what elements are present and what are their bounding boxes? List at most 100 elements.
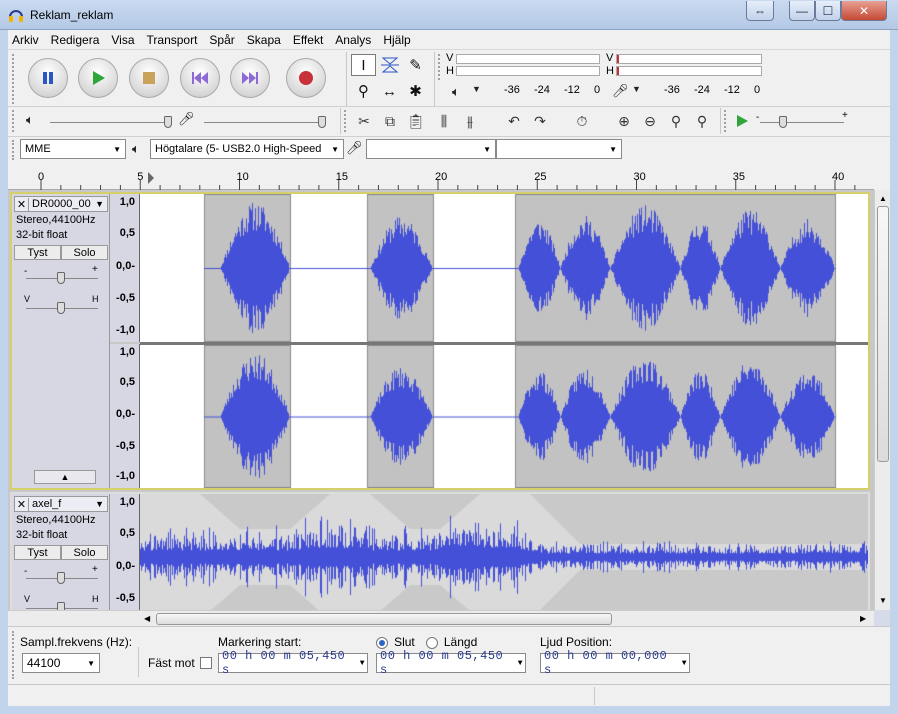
undo-button[interactable]: ↶ bbox=[502, 110, 526, 132]
play-at-speed-button[interactable] bbox=[730, 110, 754, 132]
skip-to-start-button[interactable] bbox=[180, 58, 220, 98]
vertical-scroll-thumb[interactable] bbox=[877, 206, 889, 462]
play-speed-slider[interactable] bbox=[760, 122, 844, 123]
record-scale-0: 0 bbox=[754, 84, 761, 96]
title-bar: Reklam_reklam ⇔ — ☐ ✕ bbox=[0, 0, 898, 30]
edit-grip[interactable] bbox=[344, 110, 350, 132]
project-rate-select[interactable]: 44100 ▼ bbox=[22, 653, 100, 673]
scale-label: 0,5 bbox=[119, 527, 135, 539]
zoom-in-button[interactable]: ⊕ bbox=[612, 110, 636, 132]
meter-grip[interactable] bbox=[438, 54, 444, 80]
skip-to-end-button[interactable] bbox=[230, 58, 270, 98]
envelope-tool[interactable] bbox=[377, 54, 402, 76]
menu-effekt[interactable]: Effekt bbox=[293, 33, 323, 47]
redo-button[interactable]: ↷ bbox=[528, 110, 552, 132]
input-volume-thumb[interactable] bbox=[318, 116, 326, 128]
length-radio[interactable] bbox=[425, 637, 438, 650]
waveform-channel-right[interactable] bbox=[140, 345, 868, 488]
input-channels-select[interactable]: ▼ bbox=[496, 139, 622, 159]
record-meter-left bbox=[616, 54, 762, 64]
track-name-menu[interactable]: ✕ axel_f ▼ bbox=[14, 496, 108, 512]
close-button[interactable]: ✕ bbox=[841, 1, 887, 21]
device-grip[interactable] bbox=[12, 140, 18, 160]
menu-arkiv[interactable]: Arkiv bbox=[12, 33, 39, 47]
audio-position-time[interactable]: 00 h 00 m 00,000 s ▼ bbox=[540, 649, 690, 677]
paste-button[interactable]: 📋︎ bbox=[404, 110, 428, 132]
stop-button[interactable] bbox=[129, 58, 169, 98]
window-frame-right bbox=[890, 30, 898, 714]
mute-button[interactable]: Tyst bbox=[14, 245, 61, 260]
maximize-button[interactable]: ☐ bbox=[815, 1, 841, 21]
scroll-right-icon[interactable]: ▶ bbox=[860, 614, 866, 623]
horizontal-scroll-thumb[interactable] bbox=[156, 613, 612, 625]
pan-thumb[interactable] bbox=[57, 602, 65, 610]
close-track-icon[interactable]: ✕ bbox=[15, 497, 29, 511]
zoom-tool[interactable]: ⚲ bbox=[351, 80, 376, 102]
menu-visa[interactable]: Visa bbox=[111, 33, 134, 47]
end-radio[interactable] bbox=[376, 637, 388, 650]
resize-button[interactable]: ⇔ bbox=[746, 1, 774, 21]
play-speed-thumb[interactable] bbox=[779, 116, 787, 128]
gain-thumb[interactable] bbox=[57, 272, 65, 284]
vertical-scrollbar[interactable]: ▲ ▼ bbox=[874, 190, 890, 610]
scroll-up-icon[interactable]: ▲ bbox=[879, 194, 887, 203]
draw-tool[interactable]: ✎ bbox=[403, 54, 428, 76]
menu-spar[interactable]: Spår bbox=[209, 33, 234, 47]
menu-transport[interactable]: Transport bbox=[147, 33, 198, 47]
timeshift-tool[interactable]: ↔ bbox=[377, 80, 402, 102]
close-track-icon[interactable]: ✕ bbox=[15, 197, 29, 211]
track-axel-f[interactable]: ✕ axel_f ▼ Stereo,44100Hz 32-bit float T… bbox=[10, 492, 870, 610]
track-dr0000[interactable]: ✕ DR0000_00 ▼ Stereo,44100Hz 32-bit floa… bbox=[10, 192, 870, 490]
minimize-button[interactable]: — bbox=[789, 1, 815, 21]
selection-grip[interactable] bbox=[12, 631, 18, 679]
multi-tool[interactable]: ✱ bbox=[403, 80, 428, 102]
scroll-left-icon[interactable]: ◀ bbox=[144, 614, 150, 623]
pause-button[interactable] bbox=[28, 58, 68, 98]
silence-button[interactable]: ⫵ bbox=[458, 110, 482, 132]
track-name-menu[interactable]: ✕ DR0000_00 ▼ bbox=[14, 196, 108, 212]
output-volume-thumb[interactable] bbox=[164, 116, 172, 128]
timeline-ruler[interactable]: 0 5 10 15 20 25 30 35 40 bbox=[8, 166, 874, 190]
record-button[interactable] bbox=[286, 58, 326, 98]
pan-right-label: H bbox=[92, 294, 99, 304]
input-device-select[interactable]: ▼ bbox=[366, 139, 496, 159]
ruler-label: 10 bbox=[237, 171, 249, 183]
output-volume-slider[interactable] bbox=[50, 122, 170, 123]
window-title: Reklam_reklam bbox=[30, 8, 114, 22]
horizontal-scrollbar[interactable]: ◀ ▶ bbox=[8, 610, 874, 626]
selection-end-value: 00 h 00 m 05,450 s bbox=[380, 649, 504, 677]
solo-button[interactable]: Solo bbox=[61, 245, 108, 260]
output-device-select[interactable]: Högtalare (5- USB2.0 High-Speed ▼ bbox=[150, 139, 344, 159]
selection-start-time[interactable]: 00 h 00 m 05,450 s ▼ bbox=[218, 649, 368, 677]
toolbar-grip[interactable] bbox=[12, 54, 18, 104]
collapse-track-button[interactable]: ▲ bbox=[34, 470, 96, 484]
sync-lock-button[interactable]: ⏱︎ bbox=[570, 110, 594, 132]
menu-redigera[interactable]: Redigera bbox=[51, 33, 100, 47]
copy-button[interactable]: ⧉ bbox=[378, 110, 402, 132]
mixer-grip[interactable] bbox=[12, 110, 18, 132]
skip-end-icon bbox=[242, 72, 258, 84]
solo-button[interactable]: Solo bbox=[61, 545, 108, 560]
menu-analys[interactable]: Analys bbox=[335, 33, 371, 47]
snap-to-checkbox[interactable] bbox=[200, 657, 212, 669]
gain-thumb[interactable] bbox=[57, 572, 65, 584]
record-meter-menu[interactable]: ▼ bbox=[632, 84, 641, 94]
trim-button[interactable]: ⫼ bbox=[432, 110, 456, 132]
cut-button[interactable]: ✂ bbox=[352, 110, 376, 132]
selection-tool[interactable]: I bbox=[351, 54, 376, 76]
audio-host-select[interactable]: MME ▼ bbox=[20, 139, 126, 159]
input-volume-slider[interactable] bbox=[204, 122, 324, 123]
scroll-down-icon[interactable]: ▼ bbox=[879, 596, 887, 605]
zoom-out-button[interactable]: ⊖ bbox=[638, 110, 662, 132]
playback-meter-menu[interactable]: ▼ bbox=[472, 84, 481, 94]
fit-project-button[interactable]: ⚲ bbox=[690, 110, 714, 132]
mute-button[interactable]: Tyst bbox=[14, 545, 61, 560]
waveform-channel-left[interactable] bbox=[140, 494, 868, 610]
fit-selection-button[interactable]: ⚲ bbox=[664, 110, 688, 132]
menu-hjalp[interactable]: Hjälp bbox=[383, 33, 410, 47]
selection-end-time[interactable]: 00 h 00 m 05,450 s ▼ bbox=[376, 649, 526, 677]
pan-thumb[interactable] bbox=[57, 302, 65, 314]
menu-skapa[interactable]: Skapa bbox=[247, 33, 281, 47]
play-button[interactable] bbox=[78, 58, 118, 98]
waveform-channel-left[interactable] bbox=[140, 194, 868, 342]
